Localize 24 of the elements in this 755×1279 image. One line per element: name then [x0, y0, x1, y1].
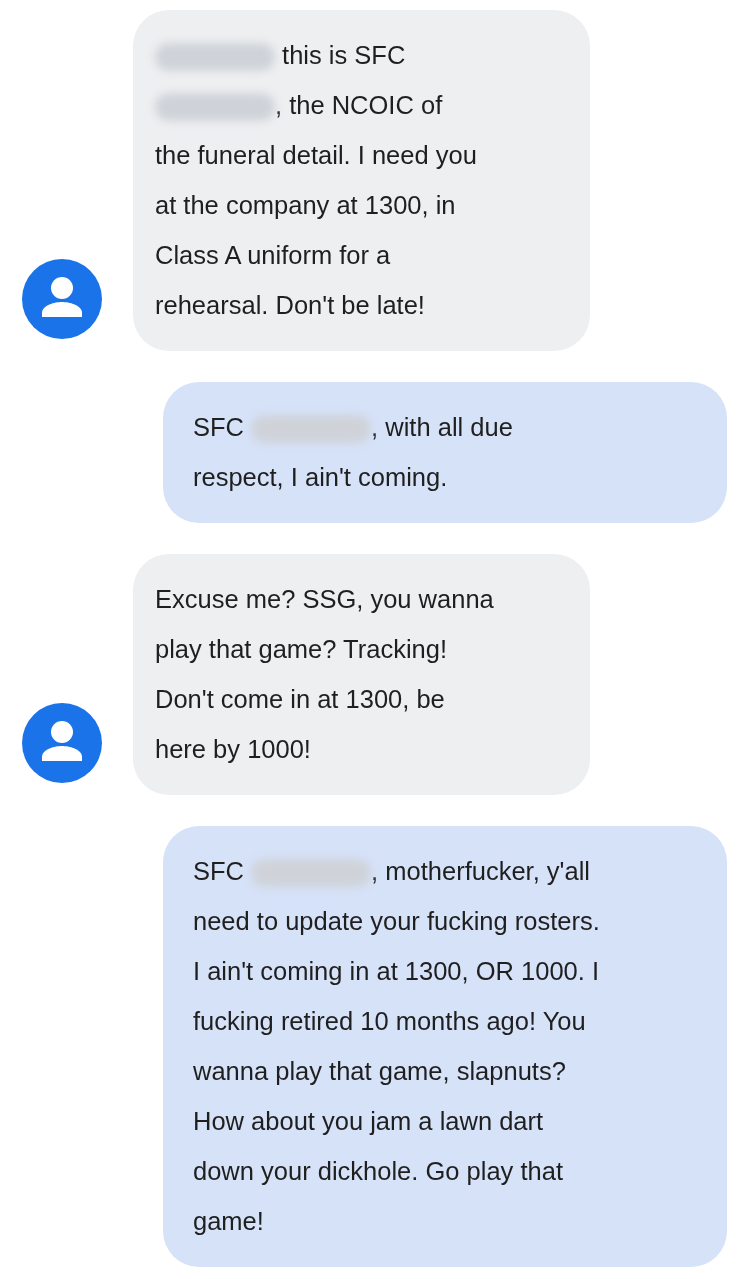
- avatar-icon: [22, 259, 102, 339]
- message-text: Class A uniform for a: [155, 241, 391, 269]
- message-text: , motherfucker, y'all: [371, 857, 590, 885]
- message-text: , with all due: [371, 413, 513, 441]
- message-text: respect, I ain't coming.: [193, 463, 448, 491]
- message-text: game!: [193, 1207, 264, 1235]
- message-text: rehearsal. Don't be late!: [155, 291, 425, 319]
- message-text: here by 1000!: [155, 735, 311, 763]
- message-text: wanna play that game, slapnuts?: [193, 1057, 566, 1085]
- message-text: , the NCOIC of: [275, 91, 443, 119]
- message-text: How about you jam a lawn dart: [193, 1107, 544, 1135]
- message-text: Don't come in at 1300, be: [155, 685, 445, 713]
- message-text: SFC: [193, 413, 245, 441]
- avatar-icon: [22, 703, 102, 783]
- message-text: the funeral detail. I need you: [155, 141, 477, 169]
- message-text: Excuse me? SSG, you wanna: [155, 585, 494, 613]
- message-text: down your dickhole. Go play that: [193, 1157, 563, 1185]
- message-text: SFC: [193, 857, 245, 885]
- message-text: play that game? Tracking!: [155, 635, 447, 663]
- message-text: this is SFC: [281, 41, 406, 69]
- message-text: at the company at 1300, in: [155, 191, 456, 219]
- message-text: fucking retired 10 months ago! You: [193, 1007, 586, 1035]
- message-text: need to update your fucking rosters.: [193, 907, 600, 935]
- message-text: I ain't coming in at 1300, OR 1000. I: [193, 957, 600, 985]
